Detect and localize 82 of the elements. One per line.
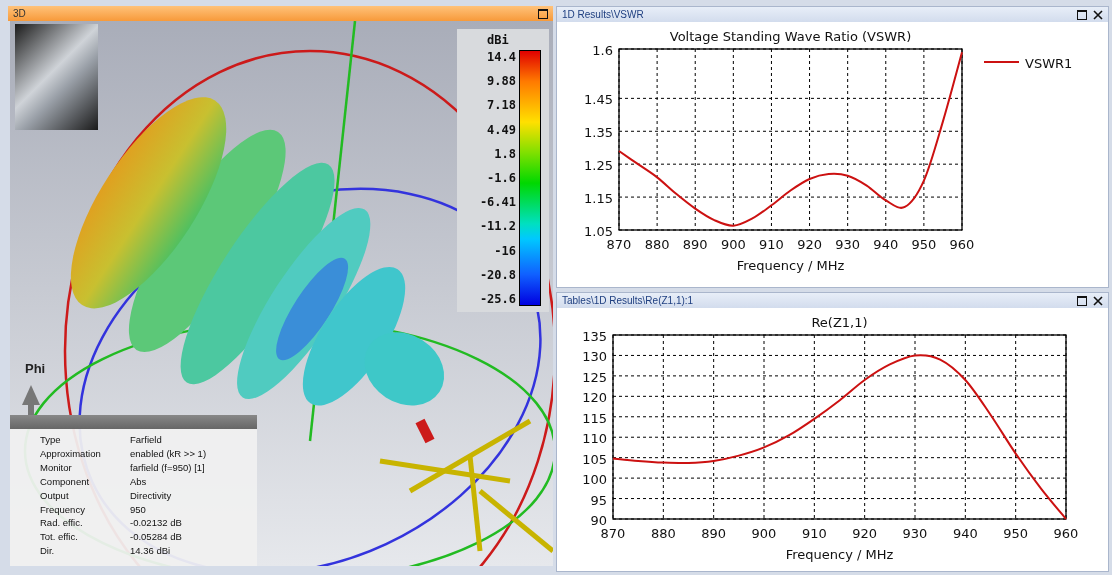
y-tick-label: 120 — [582, 390, 607, 406]
colorbar-tick-label: -20.8 — [479, 267, 516, 282]
info-value: Farfield — [130, 433, 163, 447]
info-value: Abs — [130, 474, 148, 489]
y-tick-label: 95 — [590, 492, 607, 508]
y-tick-label: 1.35 — [584, 125, 613, 141]
info-label: Dir. — [40, 544, 56, 559]
x-tick-label: 920 — [852, 526, 878, 541]
chart-title: Re(Z1,1) — [811, 315, 868, 330]
maximize-icon[interactable] — [1077, 295, 1087, 306]
colorbar-tick-label: -6.41 — [479, 195, 516, 210]
x-tick-label: 930 — [835, 237, 861, 252]
y-tick-label: 1.6 — [592, 43, 613, 58]
y-tick-label: 1.05 — [584, 224, 613, 239]
x-tick-label: 950 — [911, 237, 937, 252]
x-tick-label: 900 — [751, 526, 777, 541]
colorbar-tick-label: 7.18 — [487, 98, 516, 113]
axis-label: Phi — [25, 361, 46, 376]
info-label: Frequency — [40, 502, 86, 517]
panel-title: Tables\1D Results\Re(Z1,1):1 — [562, 295, 694, 306]
y-tick-label: 115 — [582, 410, 607, 426]
colorbar-tick-label: -11.2 — [479, 219, 516, 234]
colorbar-tick-label: 4.49 — [487, 122, 516, 137]
info-label: Component — [40, 474, 91, 489]
x-tick-label: 880 — [644, 237, 670, 252]
info-value: farfield (f=950) [1] — [130, 460, 206, 475]
y-tick-label: 105 — [582, 451, 607, 467]
x-tick-label: 930 — [902, 526, 928, 541]
x-tick-label: 900 — [720, 237, 746, 252]
maximize-icon[interactable] — [538, 8, 548, 19]
colorbar-tick-label: -1.6 — [487, 170, 516, 185]
info-value: Directivity — [130, 488, 173, 503]
x-tick-label: 870 — [606, 237, 632, 252]
x-tick-label: 880 — [650, 526, 676, 541]
legend-line — [983, 61, 1020, 63]
y-tick-label: 1.15 — [584, 191, 613, 207]
colorbar-tick-label: 14.4 — [487, 50, 516, 64]
y-tick-label: 1.45 — [584, 92, 613, 108]
close-icon[interactable] — [1093, 9, 1103, 20]
y-tick-label: 130 — [582, 349, 607, 365]
legend-label: VSWR1 — [1025, 56, 1073, 71]
colorbar-tick-label: 1.8 — [494, 146, 516, 161]
info-label: Type — [40, 433, 62, 447]
phi-arrow-icon — [22, 385, 40, 415]
colorbar-tick-label: -25.6 — [479, 291, 516, 306]
chart-title: Voltage Standing Wave Ratio (VSWR) — [669, 29, 912, 44]
x-tick-label: 910 — [759, 237, 784, 252]
y-tick-label: 135 — [582, 329, 607, 344]
info-value: 950 — [130, 502, 147, 517]
x-tick-label: 940 — [952, 526, 978, 541]
info-label: Rad. effic. — [40, 516, 84, 531]
y-tick-label: 110 — [582, 431, 607, 447]
maximize-icon[interactable] — [1077, 9, 1087, 20]
info-label: Tot. effic. — [40, 530, 79, 545]
x-tick-label: 870 — [600, 526, 626, 541]
panel-title: 3D — [13, 8, 26, 19]
x-tick-label: 960 — [1053, 526, 1079, 541]
x-tick-label: 890 — [701, 526, 727, 541]
y-tick-label: 1.25 — [584, 158, 613, 174]
x-tick-label: 950 — [1003, 526, 1029, 541]
info-value: -0.02132 dB — [130, 516, 183, 531]
y-tick-label: 100 — [582, 472, 607, 488]
panel-title: 1D Results\VSWR — [562, 9, 644, 20]
x-tick-label: 910 — [801, 526, 827, 541]
x-tick-label: 960 — [949, 237, 975, 252]
x-tick-label: 940 — [873, 237, 899, 252]
x-axis-label: Frequency / MHz — [736, 258, 845, 273]
x-axis-label: Frequency / MHz — [785, 547, 894, 562]
info-value: enabled (kR >> 1) — [130, 446, 208, 461]
y-tick-label: 125 — [582, 369, 607, 385]
info-value: -0.05284 dB — [130, 530, 183, 545]
info-value: 14.36 dBi — [130, 544, 172, 559]
info-label: Monitor — [40, 460, 73, 475]
y-tick-label: 90 — [590, 513, 607, 528]
colorbar-unit: dBi — [487, 33, 509, 47]
info-label: Output — [40, 488, 70, 503]
x-tick-label: 920 — [797, 237, 822, 252]
x-tick-label: 890 — [682, 237, 708, 252]
colorbar-tick-label: 9.88 — [487, 74, 516, 89]
info-label: Approximation — [40, 446, 102, 461]
close-icon[interactable] — [1093, 295, 1103, 306]
colorbar-tick-label: -16 — [494, 243, 516, 258]
